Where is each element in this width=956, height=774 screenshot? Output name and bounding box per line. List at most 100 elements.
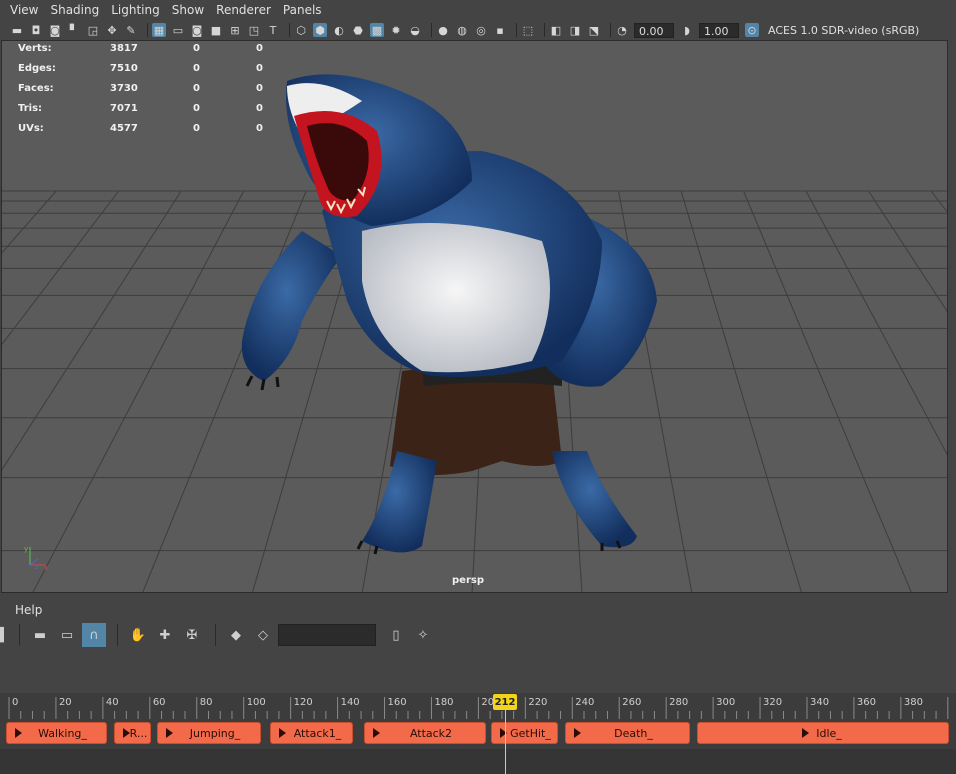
depth-of-field-icon[interactable]: ▪ <box>493 23 507 37</box>
hud-value: 7510 <box>110 63 138 74</box>
svg-text:z: z <box>35 563 39 571</box>
svg-text:y: y <box>24 545 28 553</box>
bookmark-icon[interactable]: ▘ <box>67 23 81 37</box>
lower-panel: Help ▌ ▬ ▭ ∩ ✋ ✚ ✠ ◆ ◇ ▯ ✧ <box>0 597 956 693</box>
smooth-shade-icon[interactable]: ⬢ <box>313 23 327 37</box>
menu-panels[interactable]: Panels <box>277 0 328 20</box>
wireframe-on-shaded-icon[interactable]: ⬣ <box>351 23 365 37</box>
gate-mask-icon[interactable]: ■ <box>209 23 223 37</box>
prev-frame-icon[interactable]: ▯ <box>384 623 408 647</box>
film-gate-icon[interactable]: ▭ <box>171 23 185 37</box>
grid-toggle-icon[interactable]: ▦ <box>152 23 166 37</box>
menu-show[interactable]: Show <box>166 0 210 20</box>
ruler-tick-label: 140 <box>341 697 360 708</box>
xray-joints-icon[interactable]: ⬔ <box>587 23 601 37</box>
frame-ruler[interactable]: 0 20 40 60 80 100 120 140 160 180 200 220 240 260 280 3… <box>0 693 956 719</box>
safe-action-icon[interactable]: ◳ <box>247 23 261 37</box>
ruler-tick-label: 380 <box>904 697 923 708</box>
grease-pencil-icon[interactable]: ✎ <box>124 23 138 37</box>
magnet-snap-icon[interactable]: ∩ <box>82 623 106 647</box>
exposure-field[interactable]: 0.00 <box>634 22 674 38</box>
camera-lock-icon[interactable]: ◘ <box>29 23 43 37</box>
isolate-select-icon[interactable]: ⬚ <box>521 23 535 37</box>
current-frame-badge[interactable]: 212 <box>493 694 517 710</box>
exposure-icon[interactable]: ◔ <box>615 23 629 37</box>
gamma-field[interactable]: 1.00 <box>699 22 739 38</box>
next-frame-icon[interactable]: ✧ <box>411 623 435 647</box>
skeleton-icon[interactable]: ✠ <box>180 623 204 647</box>
clip-gethit[interactable]: GetHit_ <box>491 722 558 744</box>
clip-death[interactable]: Death_ <box>565 722 690 744</box>
color-management-icon[interactable]: ⊙ <box>745 23 759 37</box>
panel-menubar: View Shading Lighting Show Renderer Pane… <box>0 0 956 20</box>
ruler-tick-label: 320 <box>763 697 782 708</box>
timeline[interactable]: 0 20 40 60 80 100 120 140 160 180 200 220 240 260 280 3… <box>0 693 956 774</box>
wireframe-icon[interactable]: ⬡ <box>294 23 308 37</box>
hud-label: Faces: <box>18 83 54 94</box>
timeline-track-area[interactable] <box>0 749 956 774</box>
playhead-line[interactable] <box>505 710 506 774</box>
toolbar-separator <box>431 23 432 37</box>
menu-view[interactable]: View <box>4 0 44 20</box>
resolution-gate-icon[interactable]: ◙ <box>190 23 204 37</box>
clip-label: Attack1_ <box>293 726 342 740</box>
view-transform-label[interactable]: ACES 1.0 SDR-video (sRGB) <box>768 24 919 37</box>
camera-attributes-icon[interactable]: ◙ <box>48 23 62 37</box>
clip-attack2[interactable]: Attack2 <box>364 722 486 744</box>
paint-weights-icon[interactable]: ✋ <box>126 623 150 647</box>
xray-icon[interactable]: ◧ <box>549 23 563 37</box>
toolbar-separator <box>610 23 611 37</box>
clip-jumping[interactable]: Jumping_ <box>157 722 261 744</box>
two-d-pan-zoom-icon[interactable]: ✥ <box>105 23 119 37</box>
clip-label: Jumping_ <box>189 726 241 740</box>
clip-r[interactable]: R... <box>114 722 151 744</box>
camera-select-icon[interactable]: ▬ <box>10 23 24 37</box>
shadows-icon[interactable]: ◒ <box>408 23 422 37</box>
hud-value: 3730 <box>110 83 138 94</box>
menu-help[interactable]: Help <box>15 603 42 617</box>
play-icon <box>123 728 130 738</box>
use-all-lights-icon[interactable]: ✹ <box>389 23 403 37</box>
play-icon <box>279 728 286 738</box>
play-icon <box>574 728 581 738</box>
ruler-tick-label: 260 <box>622 697 641 708</box>
clip-attack1[interactable]: Attack1_ <box>270 722 353 744</box>
shark-character-model[interactable] <box>2 41 948 593</box>
hud-label: Tris: <box>18 103 43 114</box>
viewport-toolbar: ▬ ◘ ◙ ▘ ◲ ✥ ✎ ▦ ▭ ◙ ■ ⊞ ◳ T ⬡ ⬢ ◐ ⬣ ▩ ✹ … <box>0 20 956 40</box>
remove-keyframe-icon[interactable]: ◇ <box>251 623 275 647</box>
clip-walking[interactable]: Walking_ <box>6 722 107 744</box>
svg-text:x: x <box>44 564 48 571</box>
xray-active-components-icon[interactable]: ◨ <box>568 23 582 37</box>
hierarchy-mode-icon[interactable]: ▬ <box>28 623 52 647</box>
camera-name-label: persp <box>452 575 484 586</box>
ruler-tick-label: 360 <box>857 697 876 708</box>
gamma-icon[interactable]: ◗ <box>680 23 694 37</box>
clip-idle[interactable]: Idle_ <box>697 722 949 744</box>
menu-shading[interactable]: Shading <box>44 0 105 20</box>
shelf-separator <box>19 624 20 646</box>
image-plane-icon[interactable]: ◲ <box>86 23 100 37</box>
viewport-3d[interactable]: Verts: 3817 0 0 Edges: 7510 0 0 Faces: 3… <box>1 40 948 593</box>
add-joint-icon[interactable]: ✚ <box>153 623 177 647</box>
ruler-tick-label: 340 <box>810 697 829 708</box>
default-material-icon[interactable]: ◐ <box>332 23 346 37</box>
ruler-tick-label: 80 <box>200 697 213 708</box>
menu-renderer[interactable]: Renderer <box>210 0 277 20</box>
field-chart-icon[interactable]: ⊞ <box>228 23 242 37</box>
hud-value: 0 <box>256 83 263 94</box>
motion-blur-icon[interactable]: ◍ <box>455 23 469 37</box>
add-keyframe-icon[interactable]: ◆ <box>224 623 248 647</box>
shelf-input-field[interactable] <box>278 624 376 646</box>
safe-title-icon[interactable]: T <box>266 23 280 37</box>
ruler-tick-label: 60 <box>153 697 166 708</box>
hud-value: 4577 <box>110 123 138 134</box>
textured-icon[interactable]: ▩ <box>370 23 384 37</box>
hud-value: 0 <box>193 123 200 134</box>
screen-space-ao-icon[interactable]: ● <box>436 23 450 37</box>
object-mode-icon[interactable]: ▭ <box>55 623 79 647</box>
hud-value: 7071 <box>110 103 138 114</box>
anti-aliasing-icon[interactable]: ◎ <box>474 23 488 37</box>
menu-lighting[interactable]: Lighting <box>105 0 166 20</box>
ruler-tick-label: 100 <box>247 697 266 708</box>
